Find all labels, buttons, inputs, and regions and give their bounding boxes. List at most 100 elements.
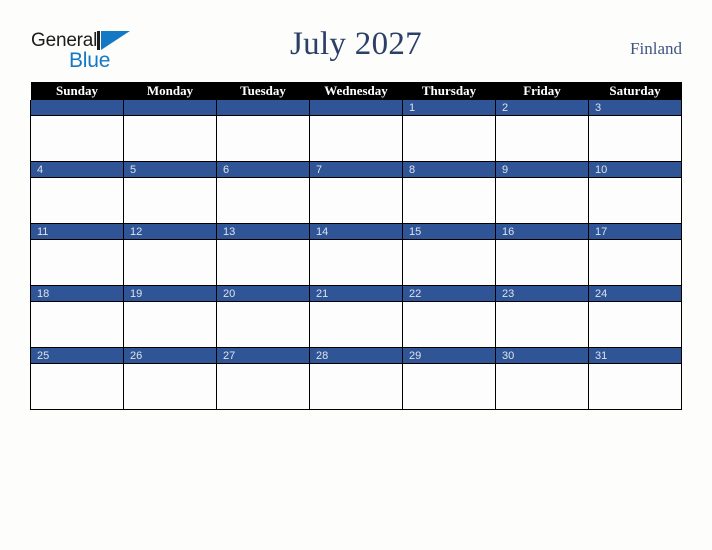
day-events-area[interactable] [589,116,681,160]
day-events-area[interactable] [124,302,216,346]
day-events-area[interactable] [217,116,309,160]
day-number: 8 [403,162,495,178]
day-events-area[interactable] [217,178,309,222]
day-events-area[interactable] [403,302,495,346]
day-events-area[interactable] [217,302,309,346]
day-number: 30 [496,348,588,364]
day-number: 12 [124,224,216,240]
day-number: 4 [31,162,123,178]
day-events-area[interactable] [496,302,588,346]
calendar-grid: Sunday Monday Tuesday Wednesday Thursday… [30,82,682,410]
weekday-header-tuesday: Tuesday [216,82,310,100]
day-number: 24 [589,286,681,302]
calendar-day-cell[interactable] [123,100,217,162]
calendar-day-cell[interactable]: 16 [495,223,589,286]
calendar-day-cell[interactable]: 8 [402,161,496,224]
day-events-area[interactable] [403,240,495,284]
calendar-day-cell[interactable]: 25 [30,347,124,410]
day-events-area[interactable] [124,240,216,284]
day-number: 25 [31,348,123,364]
day-events-area[interactable] [124,364,216,408]
day-events-area[interactable] [310,364,402,408]
day-events-area[interactable] [496,240,588,284]
day-events-area[interactable] [496,116,588,160]
day-events-area[interactable] [310,240,402,284]
day-number: 26 [124,348,216,364]
day-number: 7 [310,162,402,178]
calendar-day-cell[interactable]: 22 [402,285,496,348]
day-events-area[interactable] [496,364,588,408]
day-events-area[interactable] [589,240,681,284]
calendar-day-cell[interactable]: 20 [216,285,310,348]
calendar-day-cell[interactable] [309,100,403,162]
calendar-header-row: Sunday Monday Tuesday Wednesday Thursday… [30,82,682,100]
calendar-day-cell[interactable]: 27 [216,347,310,410]
day-events-area[interactable] [124,116,216,160]
weekday-header-wednesday: Wednesday [309,82,403,100]
weekday-header-row: Sunday Monday Tuesday Wednesday Thursday… [30,82,682,100]
day-events-area[interactable] [124,178,216,222]
calendar-day-cell[interactable]: 3 [588,100,682,162]
calendar-body: 1 2 3 4 5 6 7 8 9 10 11 12 13 14 15 16 1… [30,100,682,410]
calendar-day-cell[interactable]: 1 [402,100,496,162]
calendar-day-cell[interactable]: 28 [309,347,403,410]
calendar-week-row: 18 19 20 21 22 23 24 [30,285,682,348]
day-number: 21 [310,286,402,302]
calendar-day-cell[interactable]: 23 [495,285,589,348]
day-number: 19 [124,286,216,302]
calendar-day-cell[interactable]: 14 [309,223,403,286]
calendar-day-cell[interactable]: 2 [495,100,589,162]
day-number: 17 [589,224,681,240]
day-events-area[interactable] [589,364,681,408]
calendar-day-cell[interactable]: 4 [30,161,124,224]
day-number: 22 [403,286,495,302]
day-events-area[interactable] [589,178,681,222]
calendar-day-cell[interactable]: 30 [495,347,589,410]
day-number: 27 [217,348,309,364]
calendar-day-cell[interactable]: 17 [588,223,682,286]
calendar-day-cell[interactable] [216,100,310,162]
day-events-area[interactable] [31,178,123,222]
calendar-day-cell[interactable]: 5 [123,161,217,224]
weekday-header-saturday: Saturday [588,82,682,100]
day-events-area[interactable] [31,302,123,346]
calendar-day-cell[interactable]: 11 [30,223,124,286]
calendar-day-cell[interactable] [30,100,124,162]
day-number: 13 [217,224,309,240]
day-number [124,100,216,116]
day-events-area[interactable] [403,364,495,408]
day-number: 31 [589,348,681,364]
day-events-area[interactable] [589,302,681,346]
calendar-week-row: 25 26 27 28 29 30 31 [30,347,682,410]
day-events-area[interactable] [403,116,495,160]
weekday-header-thursday: Thursday [402,82,496,100]
calendar-day-cell[interactable]: 21 [309,285,403,348]
calendar-day-cell[interactable]: 18 [30,285,124,348]
calendar-day-cell[interactable]: 10 [588,161,682,224]
calendar-day-cell[interactable]: 12 [123,223,217,286]
calendar-day-cell[interactable]: 19 [123,285,217,348]
day-number [31,100,123,116]
day-events-area[interactable] [31,364,123,408]
calendar-day-cell[interactable]: 24 [588,285,682,348]
day-events-area[interactable] [403,178,495,222]
calendar-day-cell[interactable]: 7 [309,161,403,224]
day-events-area[interactable] [31,116,123,160]
day-events-area[interactable] [217,240,309,284]
calendar-day-cell[interactable]: 15 [402,223,496,286]
day-events-area[interactable] [217,364,309,408]
day-events-area[interactable] [496,178,588,222]
calendar-day-cell[interactable]: 6 [216,161,310,224]
day-events-area[interactable] [310,302,402,346]
day-number: 3 [589,100,681,116]
calendar-day-cell[interactable]: 29 [402,347,496,410]
page-header: General Blue July 2027 Finland [0,0,712,72]
day-events-area[interactable] [310,116,402,160]
calendar-day-cell[interactable]: 13 [216,223,310,286]
calendar-day-cell[interactable]: 9 [495,161,589,224]
calendar-day-cell[interactable]: 31 [588,347,682,410]
day-number: 16 [496,224,588,240]
calendar-day-cell[interactable]: 26 [123,347,217,410]
day-events-area[interactable] [31,240,123,284]
day-events-area[interactable] [310,178,402,222]
